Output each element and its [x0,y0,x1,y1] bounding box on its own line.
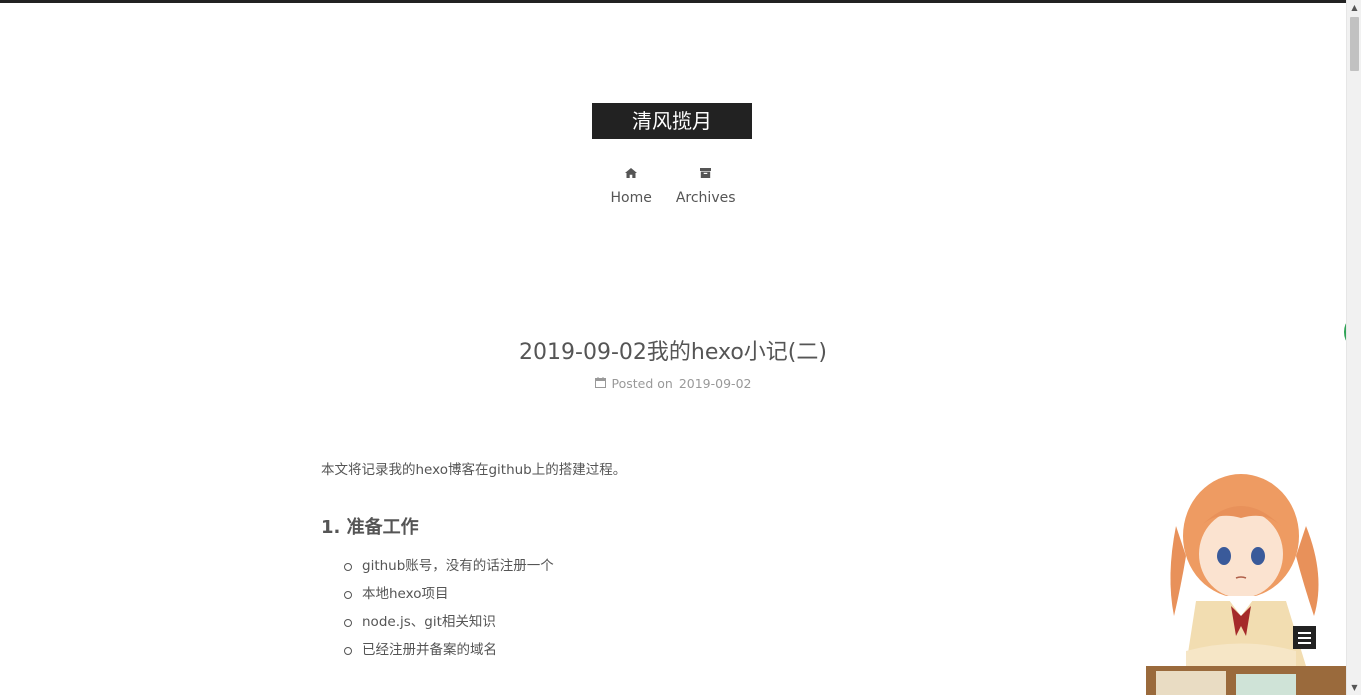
list-item: 本地hexo项目 [321,584,1141,604]
nav-item-home-label: Home [610,190,652,206]
list-item: github账号，没有的话注册一个 [321,556,1141,576]
top-border [0,0,1346,3]
nav-item-archives[interactable]: Archives [676,163,736,207]
post-meta-prefix: Posted on [611,376,673,391]
scroll-down-icon[interactable]: ▼ [1347,680,1361,695]
scroll-up-icon[interactable]: ▲ [1347,0,1361,15]
menu-icon-bar [1298,631,1311,634]
scrollbar-thumb[interactable] [1350,17,1359,71]
mascot-illustration[interactable] [1146,466,1346,695]
post-meta: Posted on 2019-09-02 [0,376,1346,391]
post-body: 本文将记录我的hexo博客在github上的搭建过程。 1. 准备工作 gith… [321,460,1141,668]
section-heading: 1. 准备工作 [321,517,419,538]
home-icon [625,163,638,183]
sidebar-toggle-button[interactable] [1293,626,1316,649]
calendar-icon [594,376,606,391]
list-item: node.js、git相关知识 [321,612,1141,632]
site-title[interactable]: 清风揽月 [592,103,752,139]
archive-icon [700,163,712,183]
main-nav: Home Archives [0,163,1346,207]
menu-icon-bar [1298,641,1311,644]
prep-list: github账号，没有的话注册一个 本地hexo项目 node.js、git相关… [321,556,1141,660]
post-title[interactable]: 2019-09-02我的hexo小记(二) [0,334,1346,366]
list-item: 已经注册并备案的域名 [321,640,1141,660]
post-intro: 本文将记录我的hexo博客在github上的搭建过程。 [321,462,627,478]
menu-icon-bar [1298,636,1311,639]
nav-item-archives-label: Archives [675,190,736,206]
nav-item-home[interactable]: Home [610,163,652,207]
post-date[interactable]: 2019-09-02 [679,376,752,391]
vertical-scrollbar[interactable]: ▲ ▼ [1346,0,1361,695]
